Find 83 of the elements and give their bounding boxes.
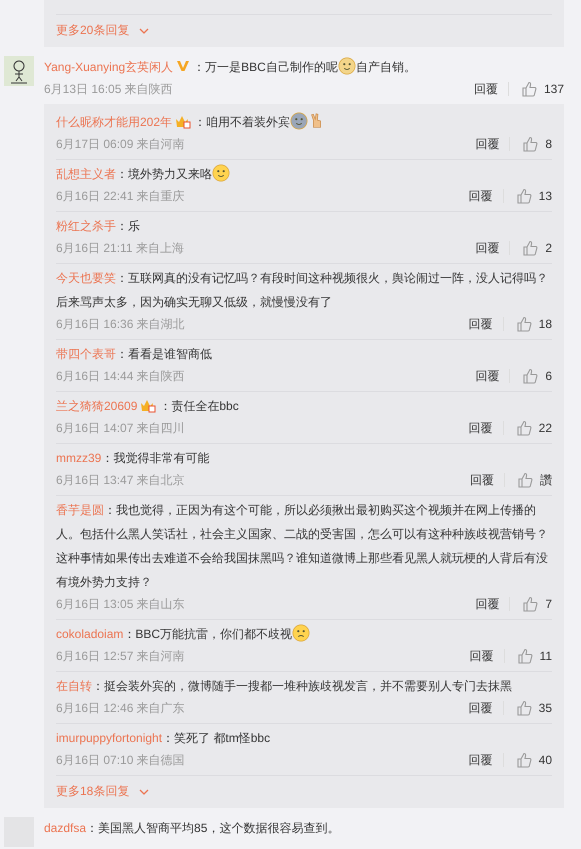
comment-text: 带四个表哥：看看是谁智商低 <box>56 346 213 363</box>
chevron-down-icon <box>139 788 150 794</box>
comment-text: 兰之猗猗20609 ：责任全在bbc <box>56 397 240 415</box>
reply-link[interactable]: 回覆 <box>475 136 500 152</box>
author-name[interactable]: mmzz39 <box>56 451 102 465</box>
thumbs-up-icon[interactable] <box>517 472 533 488</box>
reply-link[interactable]: 回覆 <box>468 188 493 204</box>
thumbs-up-icon[interactable] <box>522 136 538 152</box>
like-count: 35 <box>538 701 552 715</box>
reply-link[interactable]: 回覆 <box>470 648 494 664</box>
thumbs-up-icon[interactable] <box>516 420 532 436</box>
comment-text: Yang-Xuanying玄英闲人 ：万一是BBC自己制作的呢 自产自销。 <box>44 55 564 79</box>
comment-text: 今天也要笑：互联网真的没有记忆吗？有段时间这种视频很火，舆论闹过一阵，没人记得吗？后来骂声太多，因为确实无聊又低级，就慢慢没有了 <box>56 270 549 311</box>
more-replies-link[interactable]: 更多20条回复 <box>56 22 150 39</box>
like-count: 18 <box>538 317 552 331</box>
author-name[interactable]: 什么昵称才能用202年 <box>56 115 172 129</box>
sad-emoji-icon <box>292 624 310 642</box>
comment-time: 6月16日 13:47 来自北京 <box>56 472 185 488</box>
comment-text: 在自转：挺会装外宾的，微博随手一搜都一堆种族歧视发言，并不需要别人专门去抹黑 <box>56 678 513 695</box>
comment-time: 6月16日 07:10 来自德国 <box>56 752 185 768</box>
chevron-down-icon <box>139 28 150 34</box>
author-name[interactable]: 香芋是圆 <box>56 503 104 517</box>
like-count: 40 <box>538 753 552 767</box>
crown-badge-icon <box>175 114 192 129</box>
comment-time: 6月16日 12:57 来自河南 <box>56 648 185 664</box>
thumbs-up-icon[interactable] <box>516 316 532 332</box>
comment-time: 6月16日 14:44 来自陕西 <box>56 368 185 384</box>
reply-link[interactable]: 回覆 <box>475 240 500 256</box>
like-count: 6 <box>545 369 552 383</box>
author-name[interactable]: 粉红之杀手 <box>56 219 116 233</box>
author-name[interactable]: Yang-Xuanying玄英闲人 <box>44 60 174 74</box>
author-name[interactable]: 带四个表哥 <box>56 347 116 361</box>
comment-time: 6月13日 16:05 来自陕西 <box>44 80 173 98</box>
author-name[interactable]: dazdfsa <box>44 821 86 835</box>
comment-time: 6月16日 22:41 来自重庆 <box>56 188 185 204</box>
reply-link[interactable]: 回覆 <box>468 700 493 716</box>
like-count: 7 <box>545 597 552 611</box>
thumbs-up-icon[interactable] <box>522 596 538 612</box>
comment-text: 乱想主义者：境外势力又来咯 <box>56 162 552 186</box>
thumbs-up-icon[interactable] <box>516 648 533 664</box>
crown-badge-icon <box>140 398 156 413</box>
comment-time: 6月17日 06:09 来自河南 <box>56 136 185 152</box>
comment-text: cokoladoiam：BBC万能抗雷，你们都不歧视 <box>56 622 552 646</box>
comment-time: 6月16日 13:05 来自山东 <box>56 596 185 612</box>
comment-text: dazdfsa：美国黑人智商平均85，这个数据很容易查到。 <box>44 820 340 837</box>
author-name[interactable]: imurpuppyfortonight <box>56 731 162 745</box>
like-count: 22 <box>538 421 552 435</box>
reply-link[interactable]: 回覆 <box>470 472 494 488</box>
like-count: 13 <box>538 189 552 203</box>
comment-text: mmzz39：我觉得非常有可能 <box>56 450 210 467</box>
thumbs-up-icon[interactable] <box>516 188 532 204</box>
like-count: 8 <box>545 137 552 151</box>
comment-text: 粉红之杀手：乐 <box>56 218 141 235</box>
reply-link[interactable]: 回覆 <box>468 420 493 436</box>
like-count: 137 <box>544 82 564 96</box>
comment-time: 6月16日 16:36 来自湖北 <box>56 316 185 332</box>
thumbs-up-icon[interactable] <box>516 752 532 768</box>
like-count: 11 <box>540 649 552 663</box>
author-name[interactable]: 乱想主义者 <box>56 167 116 181</box>
reply-link[interactable]: 回覆 <box>474 80 498 98</box>
comment-time: 6月16日 14:07 来自四川 <box>56 420 185 436</box>
thumbs-up-icon[interactable] <box>522 368 538 384</box>
author-name[interactable]: 兰之猗猗20609 <box>56 399 138 413</box>
thumbs-up-icon[interactable] <box>520 81 537 97</box>
reply-link[interactable]: 回覆 <box>468 316 493 332</box>
author-name[interactable]: cokoladoiam <box>56 627 124 641</box>
like-count: 2 <box>545 241 552 255</box>
thumbs-up-icon[interactable] <box>516 700 532 716</box>
like-count: 讚 <box>540 472 552 488</box>
reply-link[interactable]: 回覆 <box>475 596 500 612</box>
author-name[interactable]: 在自转 <box>56 679 92 693</box>
verified-badge-icon <box>176 60 190 72</box>
comment-time: 6月16日 21:11 来自上海 <box>56 240 184 256</box>
author-name[interactable]: 今天也要笑 <box>56 271 116 285</box>
comment-text: 香芋是圆：我也觉得，正因为有这个可能，所以必须揪出最初购买这个视频并在网上传播的人。包括什么黑人笑话社，社会主义国家、二战的受害国，怎么可以有这种种族歧视营销号？这种事情如果传出去难道不会给我国抹黑吗？谁知道微博上那些看见黑人就玩梗的人背后有没有境外势力支持？ <box>56 502 549 591</box>
reply-link[interactable]: 回覆 <box>475 368 500 384</box>
thumbs-up-icon[interactable] <box>522 240 538 256</box>
more-replies-link[interactable]: 更多18条回复 <box>56 783 150 800</box>
reply-link[interactable]: 回覆 <box>468 752 493 768</box>
comment-time: 6月16日 12:46 来自广东 <box>56 700 185 716</box>
comment-text: imurpuppyfortonight：笑死了 都tm怪bbc <box>56 730 272 747</box>
comment-text: 什么昵称才能用202年 ：咱用不着装外宾 <box>56 110 552 134</box>
smile-emoji-icon <box>212 164 230 182</box>
